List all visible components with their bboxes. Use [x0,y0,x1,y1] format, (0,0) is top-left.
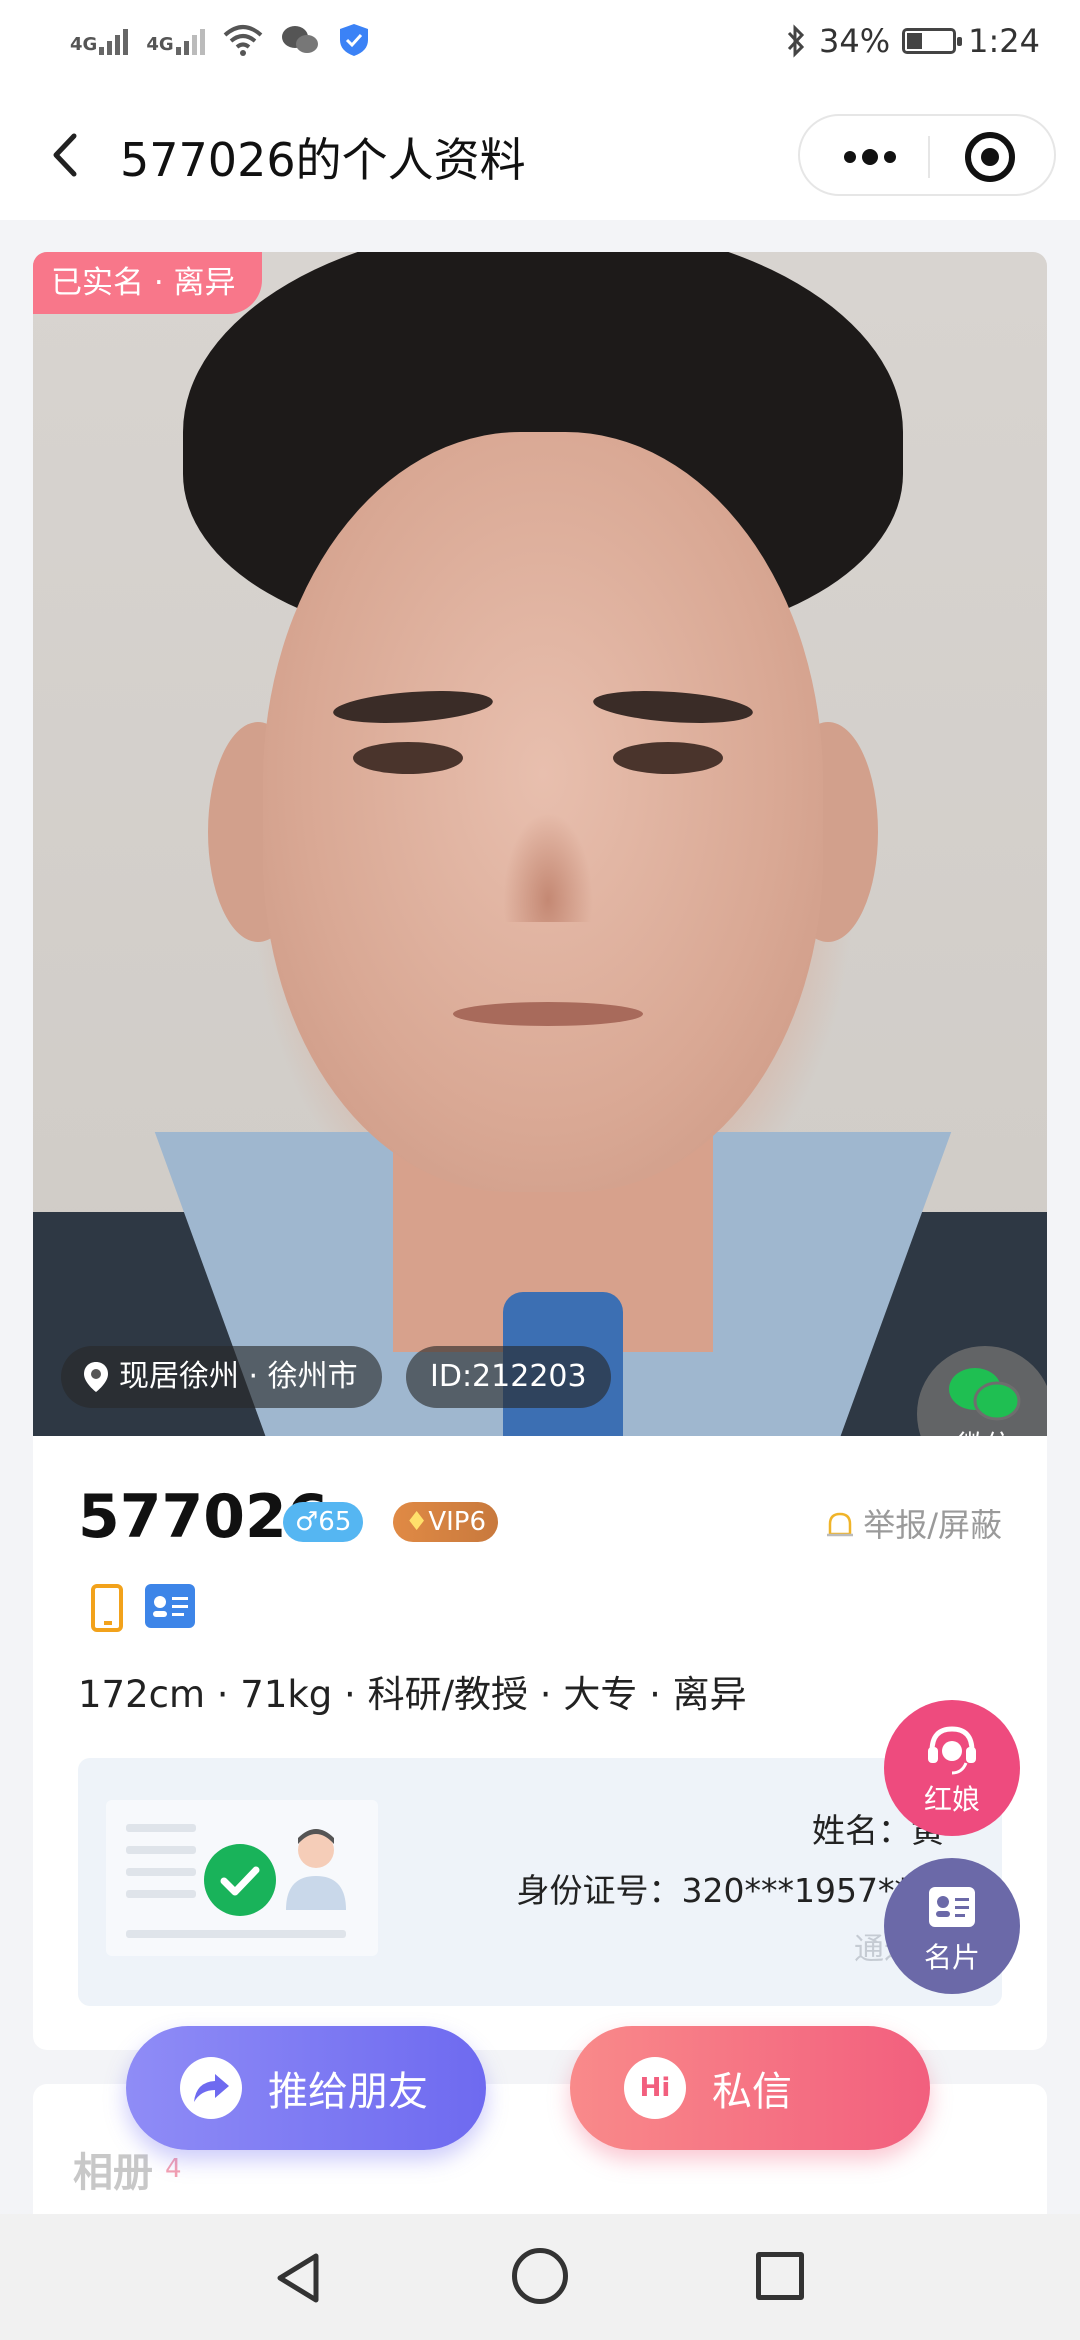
battery-icon [902,28,963,54]
cellular-signal-1-icon: 4G [70,25,129,55]
vip-badge: ♦VIP6 [393,1502,498,1542]
miniapp-capsule [798,114,1056,196]
id-portrait-icon [286,1829,346,1910]
id-number: 身份证号：320***1957**** [516,1871,944,1910]
capsule-divider [928,136,930,178]
id-card-illustration [106,1800,378,1956]
id-thumb-line [126,1868,196,1876]
gender-age-badge: ♂65 [283,1502,364,1542]
phone-verified-icon [91,1584,123,1632]
id-thumb-line [126,1890,196,1898]
cellular-signal-2-icon: 4G [146,25,205,55]
profile-specs: 172cm · 71kg · 科研/教授 · 大专 · 离异 [78,1673,747,1716]
wifi-icon [223,25,262,56]
business-card-label: 名片 [923,1941,980,1974]
album-title: 相册 [73,2150,153,2196]
wechat-button[interactable]: 微信 [917,1346,1047,1436]
id-verification-card: 姓名：黄 身份证号：320***1957**** 通过实 [78,1758,1002,2006]
nav-recent-apps-icon[interactable] [756,2252,804,2300]
nav-back-icon[interactable] [270,2250,330,2306]
verified-check-icon [204,1844,276,1916]
album-count: 4 [165,2154,182,2184]
wechat-notification-icon [281,26,318,53]
report-label: 举报/屏蔽 [863,1506,1002,1544]
verified-status-badge: 已实名 · 离异 [33,252,262,314]
signal-2-label: 4G [146,34,174,55]
verification-icons [91,1584,195,1632]
share-icon [180,2057,242,2119]
status-left: 4G 4G [70,22,371,58]
photo-eye-right [613,742,723,774]
wechat-icon [949,1368,1021,1421]
bluetooth-icon [787,24,805,58]
location-pill: 现居徐州 · 徐州市 [61,1346,382,1408]
id-thumb-line [126,1824,196,1832]
location-text: 现居徐州 · 徐州市 [119,1359,358,1394]
back-arrow-icon[interactable] [30,120,100,190]
id-thumb-line [126,1846,196,1854]
report-block-link[interactable]: 举报/屏蔽 [825,1500,1002,1546]
headset-icon [928,1726,976,1775]
message-label: 私信 [712,2069,792,2115]
page-title: 577026的个人资料 [120,133,526,187]
user-id-pill: ID:212203 [406,1346,611,1408]
close-target-icon[interactable] [940,116,1040,198]
id-card-verified-icon [145,1584,195,1628]
shield-icon [339,24,368,56]
alarm-icon [827,1512,854,1537]
private-message-button[interactable]: Hi 私信 [570,2026,930,2150]
clock: 1:24 [968,22,1040,60]
photo-nose [503,812,593,922]
hi-chat-icon: Hi [624,2057,686,2119]
hi-text: Hi [639,2073,671,2103]
photo-eye-left [353,742,463,774]
page-header: 577026的个人资料 [0,90,1080,220]
more-dots-icon[interactable] [820,116,920,198]
status-right: 34% 1:24 [785,22,1040,60]
system-nav-bar [0,2214,1080,2340]
share-to-friends-button[interactable]: 推给朋友 [126,2026,486,2150]
nav-home-icon[interactable] [512,2248,568,2304]
profile-photo[interactable]: 已实名 · 离异 现居徐州 · 徐州市 ID:212203 微信 喜欢 [33,252,1047,1436]
matchmaker-label: 红娘 [923,1783,980,1816]
matchmaker-button[interactable]: 红娘 [884,1700,1020,1836]
photo-mouth [453,1002,643,1026]
business-card-button[interactable]: 名片 [884,1858,1020,1994]
location-pin-icon [84,1362,108,1392]
contact-card-icon [929,1887,975,1927]
id-thumb-line [126,1930,346,1938]
status-bar: 4G 4G 34% 1:24 [0,0,1080,90]
signal-1-label: 4G [70,34,98,55]
battery-percent: 34% [819,22,891,60]
battery-fill [907,33,923,49]
diamond-icon: ♦ [405,1507,429,1537]
share-label: 推给朋友 [268,2069,428,2115]
wechat-label: 微信 [917,1424,1047,1436]
vip-level: VIP6 [428,1507,486,1537]
